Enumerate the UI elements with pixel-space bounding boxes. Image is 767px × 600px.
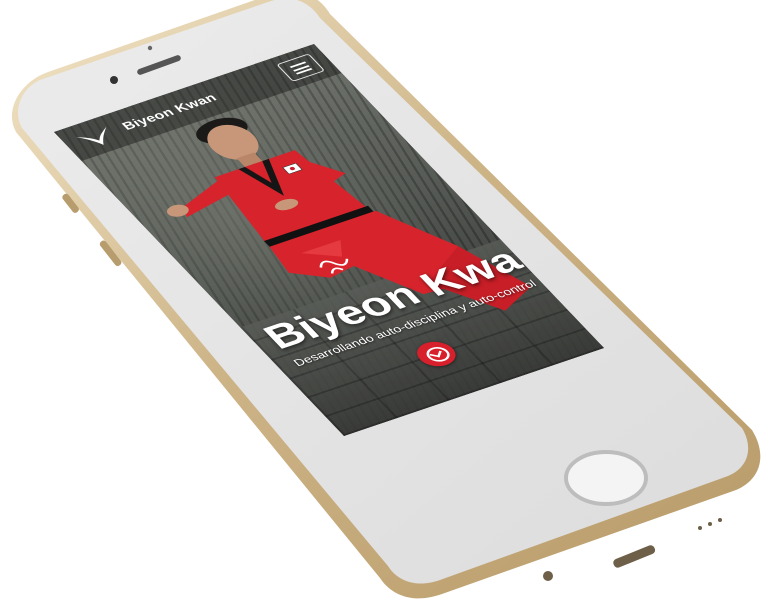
- home-button: [564, 450, 648, 506]
- hamburger-menu-icon[interactable]: [276, 53, 326, 82]
- phoenix-wing-icon[interactable]: [71, 123, 122, 152]
- sensor-dot: [147, 45, 153, 51]
- front-camera-icon: [110, 76, 118, 84]
- device-mockup: Biyeon Kwan Biyeon Kwan Desarrollando au…: [0, 0, 767, 600]
